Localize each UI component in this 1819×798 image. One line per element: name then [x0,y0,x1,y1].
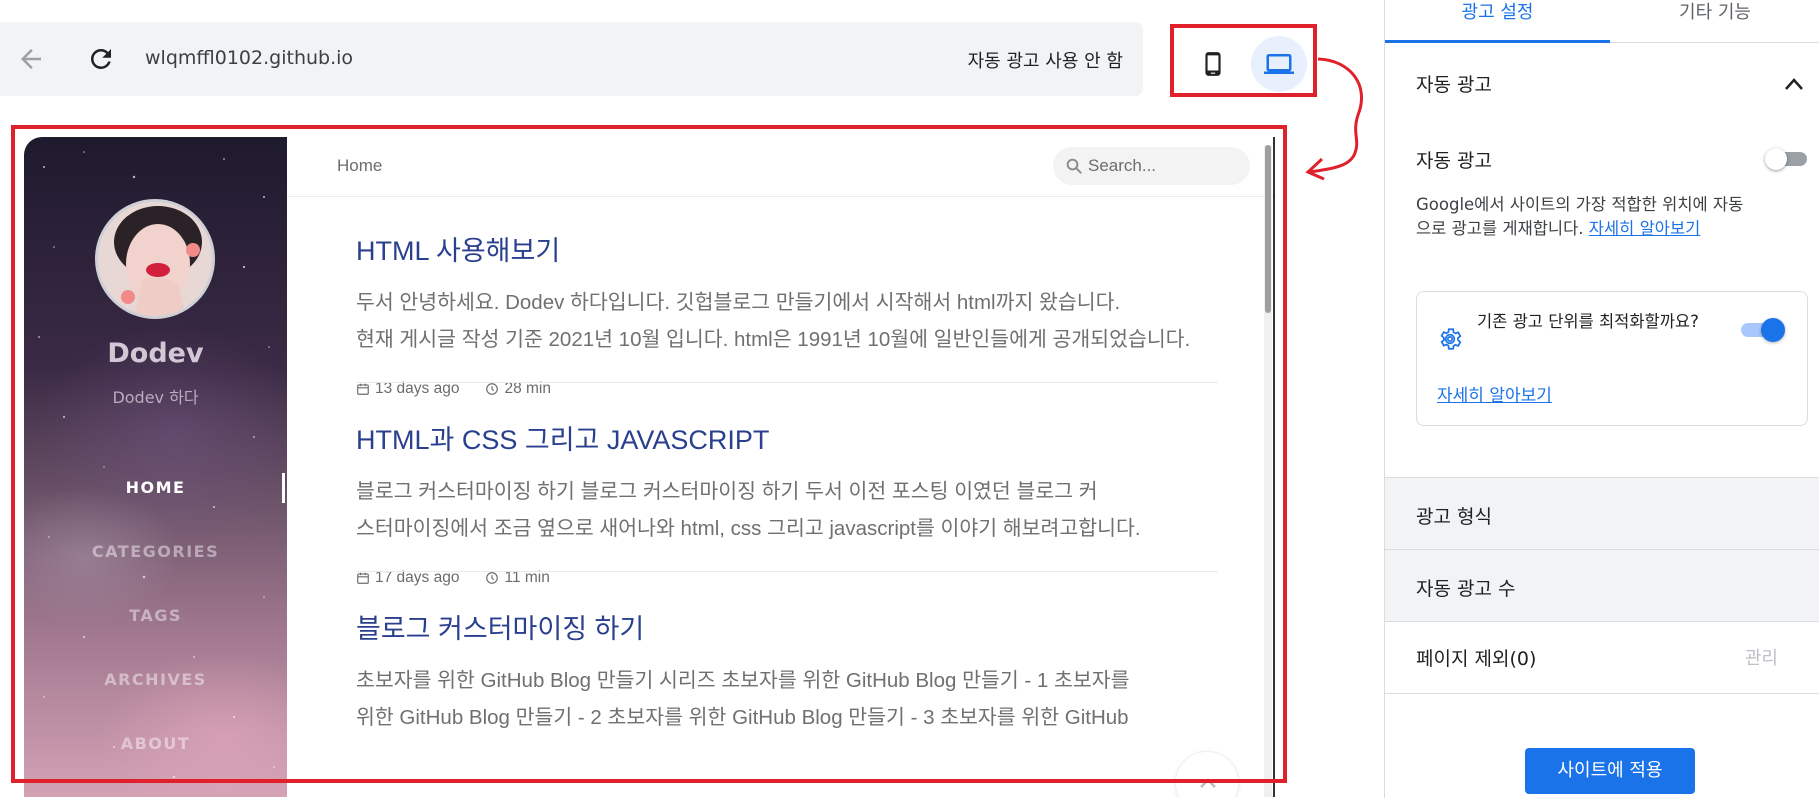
active-tab-indicator [1385,40,1610,43]
page-exclusions-row: 페이지 제외(0) 관리 [1385,622,1819,694]
apply-to-site-button[interactable]: 사이트에 적용 [1525,748,1695,794]
back-arrow-icon[interactable] [16,44,46,74]
laptop-icon[interactable] [1251,36,1307,92]
optimize-card: 기존 광고 단위를 최적화할까요? 자세히 알아보기 [1416,291,1808,426]
page-exclusions-count: (0) [1509,648,1537,670]
optimize-toggle[interactable] [1739,318,1785,342]
smartphone-icon[interactable] [1185,36,1241,92]
section-title[interactable]: 자동 광고 [1416,70,1492,97]
toggle-knob [1765,148,1787,170]
auto-ads-description: Google에서 사이트의 가장 적합한 위치에 자동으로 광고를 게재합니다.… [1416,193,1746,241]
page-exclusions-label: 페이지 제외(0) [1416,644,1536,671]
reload-icon[interactable] [86,44,116,74]
optimize-learn-more-link[interactable]: 자세히 알아보기 [1437,381,1552,406]
annotation-arrow [1305,57,1364,181]
preview-url-bar: wlqmffl0102.github.io 자동 광고 사용 안 함 [0,22,1143,96]
ad-format-section[interactable]: 광고 형식 [1385,477,1819,549]
panel-tabs: 광고 설정 기타 기능 [1385,0,1819,43]
auto-ads-status: 자동 광고 사용 안 함 [967,51,1123,72]
tab-other-features[interactable]: 기타 기능 [1610,0,1819,43]
tab-ad-settings[interactable]: 광고 설정 [1385,0,1610,43]
learn-more-link[interactable]: 자세히 알아보기 [1589,219,1701,238]
gear-sparkle-icon [1437,326,1463,356]
ad-count-label: 자동 광고 수 [1416,578,1516,600]
toggle-knob [1761,318,1785,342]
optimize-text: 기존 광고 단위를 최적화할까요? [1477,312,1699,331]
ad-count-section[interactable]: 자동 광고 수 [1385,549,1819,622]
page-exclusions-text: 페이지 제외 [1416,648,1510,670]
preview-url: wlqmffl0102.github.io [145,47,354,69]
device-toggle-group [1170,24,1317,97]
auto-ads-label: 자동 광고 [1416,150,1492,172]
chevron-up-icon[interactable] [1783,76,1805,96]
annotation-frame [11,125,1287,783]
manage-link[interactable]: 관리 [1745,644,1778,670]
ad-settings-panel: 광고 설정 기타 기능 자동 광고 자동 광고 Google에서 사이트의 가장… [1384,0,1819,798]
ad-format-label: 광고 형식 [1416,506,1492,528]
auto-ads-toggle[interactable] [1765,148,1809,170]
